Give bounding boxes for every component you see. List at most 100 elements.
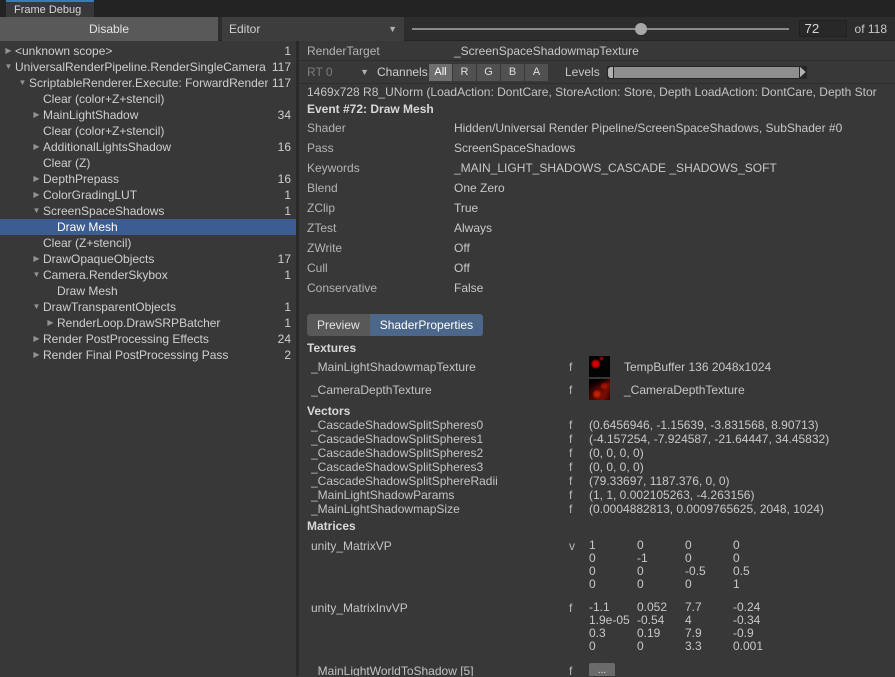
property-name: unity_MatrixInvVP [311,601,569,653]
matrix-cell: 1 [733,578,781,591]
detail-value: Hidden/Universal Render Pipeline/ScreenS… [454,121,842,135]
foldout-collapsed-icon[interactable]: ▶ [30,331,43,347]
vector-row: _CascadeShadowSplitSpheres2f(0, 0, 0, 0) [299,446,895,460]
vector-value: (-4.157254, -7.924587, -21.64447, 34.458… [589,432,829,446]
vector-row: _CascadeShadowSplitSpheres3f(0, 0, 0, 0) [299,460,895,474]
tree-item-count: 1 [276,267,296,283]
texture-thumbnail[interactable] [589,379,610,400]
foldout-expanded-icon[interactable]: ▼ [16,75,29,91]
property-name: _MainLightShadowmapTexture [311,360,569,374]
tree-item[interactable]: ▶<unknown scope>1 [0,43,296,59]
frame-slider[interactable] [412,17,789,41]
frame-slider-thumb[interactable] [635,23,647,35]
levels-slider[interactable] [607,66,807,79]
tree-item[interactable]: ▶ColorGradingLUT1 [0,187,296,203]
foldout-collapsed-icon[interactable]: ▶ [30,347,43,363]
matrix-cell: 0 [685,578,733,591]
tree-item[interactable]: ▼DrawTransparentObjects1 [0,299,296,315]
expand-matrix-button[interactable]: ... [589,663,615,676]
tree-item[interactable]: Draw Mesh [0,283,296,299]
tree-item-label: Clear (Z) [43,155,276,171]
texture-thumbnail[interactable] [589,356,610,377]
property-flag: f [569,418,589,432]
tree-item[interactable]: ▶Render Final PostProcessing Pass2 [0,347,296,363]
matrix-block: unity_MatrixVPv10000-10000-0.50.50001 [299,539,895,591]
detail-value: _MAIN_LIGHT_SHADOWS_CASCADE _SHADOWS_SOF… [454,161,777,175]
channel-button-r[interactable]: R [453,64,476,81]
foldout-expanded-icon[interactable]: ▼ [2,59,15,75]
foldout-expanded-icon[interactable]: ▼ [30,267,43,283]
render-target-value: _ScreenSpaceShadowmapTexture [454,44,639,58]
tree-item[interactable]: Clear (Z+stencil) [0,235,296,251]
tree-item[interactable]: ▼UniversalRenderPipeline.RenderSingleCam… [0,59,296,75]
foldout-collapsed-icon[interactable]: ▶ [30,139,43,155]
vectors-list: _CascadeShadowSplitSpheres0f(0.6456946, … [299,418,895,516]
foldout-collapsed-icon[interactable]: ▶ [30,171,43,187]
detail-value: One Zero [454,181,505,195]
channel-button-all[interactable]: All [429,64,452,81]
frame-slider-track[interactable] [412,28,789,30]
tree-item[interactable]: Clear (color+Z+stencil) [0,123,296,139]
channel-button-b[interactable]: B [501,64,524,81]
property-flag: f [569,460,589,474]
detail-value: False [454,281,483,295]
tree-item[interactable]: Draw Mesh [0,219,296,235]
vector-row: _CascadeShadowSplitSphereRadiif(79.33697… [299,474,895,488]
detail-value: Off [454,261,470,275]
frame-number-input[interactable] [799,20,847,37]
tree-item[interactable]: Clear (Z) [0,155,296,171]
vector-value: (0.0004882813, 0.0009765625, 2048, 1024) [589,502,824,516]
foldout-collapsed-icon[interactable]: ▶ [44,315,57,331]
property-flag: v [569,539,589,591]
channel-button-a[interactable]: A [525,64,548,81]
event-detail-row: PassScreenSpaceShadows [299,138,895,158]
property-name: _CascadeShadowSplitSpheres3 [311,460,569,474]
tab-shader-properties-label: ShaderProperties [380,318,473,332]
event-detail-row: CullOff [299,258,895,278]
tree-item[interactable]: ▶MainLightShadow34 [0,107,296,123]
window-tab-bar: Frame Debug [0,0,895,17]
event-title: Event #72: Draw Mesh [299,101,895,118]
tab-preview[interactable]: Preview [307,314,370,336]
tab-shader-properties[interactable]: ShaderProperties [370,314,483,336]
tree-item[interactable]: ▶RenderLoop.DrawSRPBatcher1 [0,315,296,331]
detail-value: Off [454,241,470,255]
tree-item[interactable]: ▶AdditionalLightsShadow16 [0,139,296,155]
tree-item-count: 117 [268,59,296,75]
tree-item[interactable]: ▶DrawOpaqueObjects17 [0,251,296,267]
tree-item[interactable]: ▶Render PostProcessing Effects24 [0,331,296,347]
levels-min-handle[interactable] [608,67,613,78]
event-tree: ▶<unknown scope>1▼UniversalRenderPipelin… [0,41,299,676]
tree-item[interactable]: ▼ScreenSpaceShadows1 [0,203,296,219]
foldout-expanded-icon[interactable]: ▼ [30,299,43,315]
foldout-collapsed-icon[interactable]: ▶ [30,107,43,123]
chevron-down-icon: ▼ [388,24,397,34]
target-dropdown[interactable]: Editor ▼ [222,17,404,41]
levels-max-handle[interactable] [800,67,806,78]
property-flag: f [569,360,589,374]
matrix-values: -1.10.0527.7-0.241.9e-05-0.544-0.340.30.… [589,601,781,653]
channels-bar: RT 0 ▼ Channels AllRGBA Levels [299,61,895,84]
tree-item[interactable]: ▼Camera.RenderSkybox1 [0,267,296,283]
event-detail-row: Keywords_MAIN_LIGHT_SHADOWS_CASCADE _SHA… [299,158,895,178]
tree-item[interactable]: ▶DepthPrepass16 [0,171,296,187]
levels-label: Levels [565,65,600,79]
vector-value: (0, 0, 0, 0) [589,460,644,474]
foldout-expanded-icon[interactable]: ▼ [30,203,43,219]
tab-frame-debug[interactable]: Frame Debug [6,0,94,17]
rt-index-dropdown[interactable]: RT 0 ▼ [307,65,369,79]
foldout-collapsed-icon[interactable]: ▶ [30,187,43,203]
disable-button[interactable]: Disable [0,17,218,41]
matrix-cell: 0 [685,539,733,552]
textures-section-header: Textures [299,342,895,355]
matrix-cell: 0 [589,552,637,565]
foldout-collapsed-icon[interactable]: ▶ [2,43,15,59]
tree-item-count: 16 [274,171,296,187]
channel-button-g[interactable]: G [477,64,500,81]
foldout-collapsed-icon[interactable]: ▶ [30,251,43,267]
tree-item[interactable]: ▼ScriptableRenderer.Execute: ForwardRend… [0,75,296,91]
matrix-cell: 0 [589,640,637,653]
matrix-cell: 3.3 [685,640,733,653]
event-details-list: ShaderHidden/Universal Render Pipeline/S… [299,118,895,298]
tree-item[interactable]: Clear (color+Z+stencil) [0,91,296,107]
